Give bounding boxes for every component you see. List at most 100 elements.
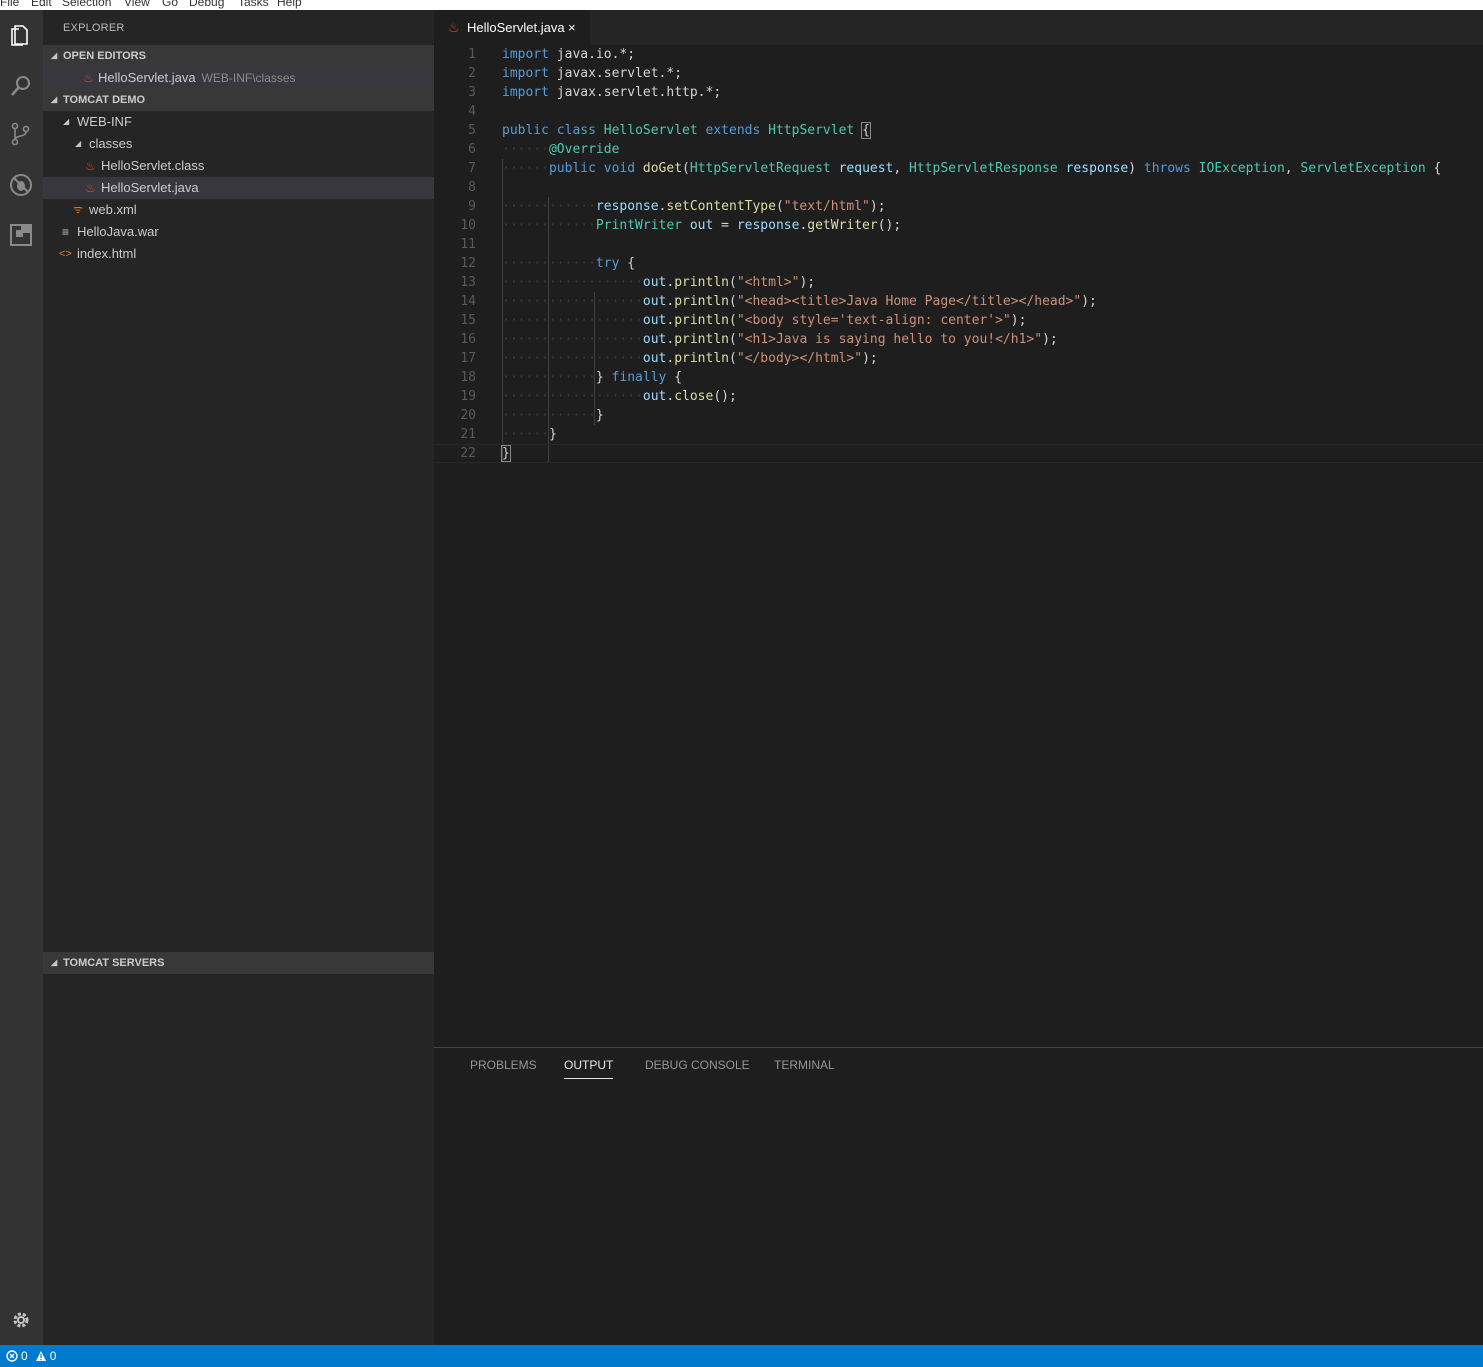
text-file-icon: ≡ [62,225,70,239]
tomcat-servers-header[interactable]: ◢ TOMCAT SERVERS [43,952,434,974]
file-label: HelloServlet.java [101,180,199,195]
file-label: HelloJava.war [77,224,159,239]
problems-status[interactable]: 0 0 [6,1349,56,1363]
line-number: 11 [460,237,476,252]
token: try [595,256,620,271]
tree-file-hello-war[interactable]: ≡ HelloJava.war [43,221,434,243]
explorer-sidebar: EXPLORER ◢ OPEN EDITORS ♨ HelloServlet.j… [43,10,434,1345]
token: out [642,332,667,347]
code-line: 21 ······} [434,425,1483,444]
token: void [603,161,636,176]
line-number: 7 [468,161,476,176]
files-icon[interactable] [5,20,37,52]
tree-file-hello-class[interactable]: ♨ HelloServlet.class [43,155,434,177]
chevron-down-icon: ◢ [75,139,82,148]
extensions-icon[interactable] [5,219,37,251]
tree-folder-classes[interactable]: ◢ classes [43,133,434,155]
token: public [502,123,549,138]
tree-folder-web-inf[interactable]: ◢ WEB-INF [43,111,434,133]
menu-debug[interactable]: Debug [189,0,224,9]
gear-icon[interactable] [5,1304,37,1336]
source-control-icon[interactable] [5,118,37,150]
code-line: 17 ··················out.println("</body>… [434,349,1483,368]
token: "</body></html>" [736,351,863,366]
menu-edit[interactable]: Edit [31,0,52,9]
code-editor[interactable]: 1 import java.io.*; 2 import javax.servlet… [434,45,1483,1045]
token: println [674,332,729,347]
code-line: 11 [434,235,1483,254]
token: class [556,123,596,138]
menu-go[interactable]: Go [162,0,178,9]
tab-label: HelloServlet.java [467,20,565,35]
open-editors-header[interactable]: ◢ OPEN EDITORS [43,45,434,67]
debug-icon[interactable] [5,169,37,201]
menu-tasks[interactable]: Tasks [238,0,269,9]
menu-bar: File Edit Selection View Go Debug Tasks … [0,0,1483,10]
token: "text/html" [783,199,870,214]
token: { [674,370,683,385]
tab-terminal[interactable]: TERMINAL [774,1058,835,1072]
menu-selection[interactable]: Selection [62,0,111,9]
token: "<body style='text-align: center'>" [736,313,1011,328]
token: doGet [642,161,683,176]
line-number: 2 [468,66,476,81]
code-line: 12 ············try { [434,254,1483,273]
line-number: 3 [468,85,476,100]
open-editor-item[interactable]: ♨ HelloServlet.java WEB-INF\classes [43,67,434,89]
search-icon[interactable] [5,70,37,102]
open-editor-name: HelloServlet.java [98,70,196,85]
java-file-icon: ♨ [85,181,96,195]
tab-output[interactable]: OUTPUT [564,1058,614,1079]
token: } [548,427,557,442]
tab-hello-servlet-java[interactable]: ♨ HelloServlet.java × [434,10,590,45]
line-number: 19 [460,389,476,404]
sidebar-title: EXPLORER [63,22,125,34]
code-line: 18 ············} finally { [434,368,1483,387]
file-label: web.xml [89,202,137,217]
line-number: 22 [460,446,476,461]
tree-file-web-xml[interactable]: ᯤ web.xml [43,199,434,221]
token: HttpServlet [768,123,855,138]
error-icon [6,1350,18,1362]
rss-xml-icon: ᯤ [73,204,84,216]
close-icon[interactable]: × [568,10,576,46]
tree-file-index-html[interactable]: <> index.html [43,243,434,265]
token: import [502,66,549,81]
token: setContentType [666,199,776,214]
token: "<h1>Java is saying hello to you!</h1>" [736,332,1043,347]
tab-debug-console[interactable]: DEBUG CONSOLE [645,1058,750,1072]
menu-view[interactable]: View [124,0,150,9]
line-number: 21 [460,427,476,442]
token: import [502,85,549,100]
line-number: 20 [460,408,476,423]
token: println [674,351,729,366]
token: println [674,313,729,328]
token: out [689,218,714,233]
java-file-icon: ♨ [448,20,460,35]
tomcat-demo-header[interactable]: ◢ TOMCAT DEMO [43,89,434,111]
line-number: 9 [468,199,476,214]
token: getWriter [807,218,878,233]
token: finally [611,370,667,385]
warning-count: 0 [49,1349,57,1363]
token: import [502,47,549,62]
menu-file[interactable]: File [0,0,19,9]
html-file-icon: <> [59,248,72,260]
code-line: 19 ··················out.close(); [434,387,1483,406]
menu-help[interactable]: Help [277,0,302,9]
code-line: 16 ··················out.println("<h1>Jav… [434,330,1483,349]
token: HelloServlet [603,123,698,138]
bracket-match: { [861,122,871,139]
token: { [627,256,636,271]
warning-icon [35,1351,46,1361]
token: ServletException [1300,161,1426,176]
editor-area: ♨ HelloServlet.java × 1 import java.io.*;… [434,10,1483,1047]
token: @Override [548,142,620,157]
token: } [595,408,604,423]
code-line: 15 ··················out.println("<body s… [434,311,1483,330]
tree-file-hello-java[interactable]: ♨ HelloServlet.java [43,177,434,199]
line-number: 16 [460,332,476,347]
tab-problems[interactable]: PROBLEMS [470,1058,537,1072]
code-line: 6 ······@Override [434,140,1483,159]
line-number: 10 [460,218,476,233]
